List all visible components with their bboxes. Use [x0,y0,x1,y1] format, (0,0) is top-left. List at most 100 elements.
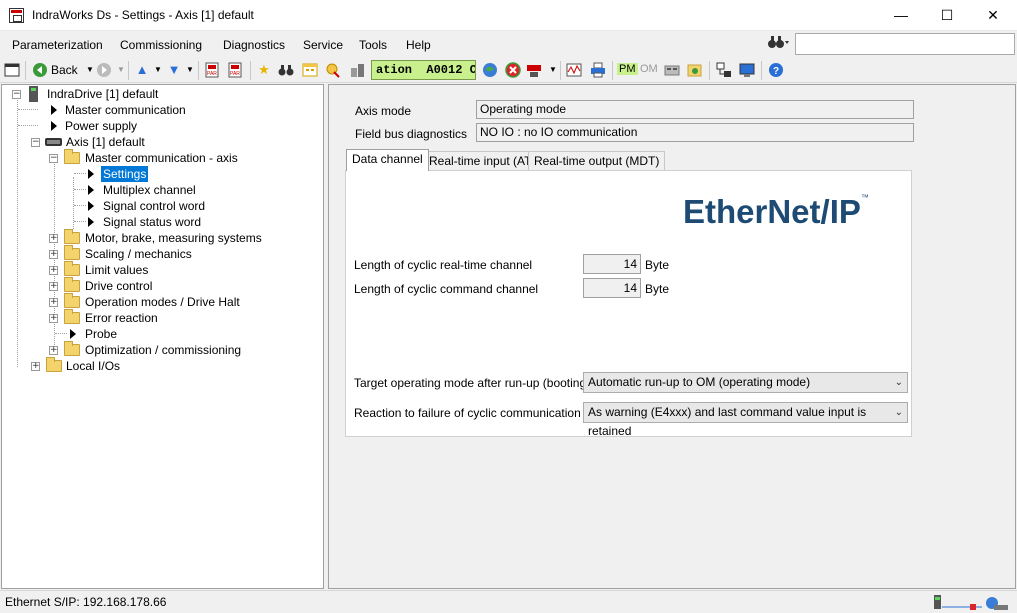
collapse-icon[interactable]: − [49,154,58,163]
up-icon[interactable]: ▲ [134,62,150,78]
drive-status-display: ation A0012 C [371,60,476,80]
collapse-icon[interactable]: − [12,90,21,99]
tree-item-label: Power supply [65,119,138,133]
menu-help[interactable]: Help [406,38,431,52]
printer-icon[interactable] [590,62,606,78]
rt-channel-unit: Byte [645,258,670,272]
favorite-icon[interactable]: ★ [256,62,272,78]
binoculars-icon[interactable] [278,62,294,78]
reaction-select[interactable]: As warning (E4xxx) and last command valu… [583,402,908,438]
folder-icon [64,293,80,308]
tree-item-master-communication[interactable]: Master communication [2,102,322,118]
par-load-icon[interactable]: PAR [204,62,220,78]
fieldbus-diagnostics-field: NO IO : no IO communication [476,123,914,142]
globe-icon[interactable] [482,62,498,78]
forward-icon[interactable] [96,62,112,78]
expand-icon[interactable]: + [49,250,58,259]
expand-icon[interactable]: + [49,282,58,291]
tree-item-label: Signal status word [103,215,202,229]
tree-item-signal-control-word[interactable]: Signal control word [2,198,322,214]
folder-icon [46,357,62,372]
drive-enable-icon[interactable] [526,62,542,78]
menu-parameterization[interactable]: Parameterization [12,38,103,52]
menu-diagnostics[interactable]: Diagnostics [223,38,285,52]
tab-realtime-output[interactable]: Real-time output (MDT) [528,151,666,171]
tree-item-probe[interactable]: Probe [2,326,322,342]
collapse-icon[interactable]: − [31,138,40,147]
tree-item-indradrive[interactable]: − IndraDrive [1] default [2,86,322,102]
expand-icon[interactable]: + [49,266,58,275]
expand-icon[interactable]: + [49,314,58,323]
logo-text: EtherNet/IP [683,193,861,230]
expand-icon[interactable]: + [31,362,40,371]
connection-icon[interactable] [739,62,755,78]
back-button[interactable]: Back [51,63,78,77]
tree-item-scaling[interactable]: + Scaling / mechanics [2,245,322,262]
svg-text:PAR: PAR [230,71,240,77]
tree-item-limit-values[interactable]: + Limit values [2,261,322,278]
tree-item-multiplex-channel[interactable]: Multiplex channel [2,182,322,198]
search-input[interactable] [795,33,1015,55]
tree-item-local-ios[interactable]: + Local I/Os [2,357,322,374]
tree-item-optimization[interactable]: + Optimization / commissioning [2,341,322,358]
network-icon[interactable] [716,62,732,78]
tree-item-label: IndraDrive [1] default [47,87,159,101]
node-triangle-icon [51,105,57,115]
tree-item-operation-modes[interactable]: + Operation modes / Drive Halt [2,293,322,310]
folder-icon [64,229,80,244]
back-icon[interactable] [32,62,48,78]
parameter-mode-icon[interactable] [664,62,680,78]
tab-data-channel[interactable]: Data channel [346,149,429,171]
expand-icon[interactable]: + [49,234,58,243]
oscilloscope-icon[interactable] [566,62,582,78]
forward-dropdown-icon[interactable]: ▼ [113,62,129,78]
badge-icon[interactable] [325,62,341,78]
close-button[interactable]: ✕ [970,0,1016,31]
minimize-button[interactable]: — [878,0,924,31]
calendar-icon[interactable] [302,62,318,78]
target-mode-select[interactable]: Automatic run-up to OM (operating mode) … [583,372,908,393]
stop-icon[interactable] [505,62,521,78]
online-status-icon [934,595,1008,610]
down-dropdown-icon[interactable]: ▼ [182,62,198,78]
tab-realtime-input[interactable]: Real-time input (AT) [423,151,542,171]
par-save-icon[interactable]: PAR [227,62,243,78]
tree-item-signal-status-word[interactable]: Signal status word [2,214,322,230]
folder-icon [64,341,80,356]
node-triangle-icon [70,329,76,339]
tree-item-settings[interactable]: Settings [2,166,322,182]
tree-item-label: Optimization / commissioning [85,343,242,357]
commissioning-icon[interactable] [687,62,703,78]
tree-item-master-communication-axis[interactable]: − Master communication - axis [2,149,322,166]
tree-item-motor-brake[interactable]: + Motor, brake, measuring systems [2,229,322,246]
help-icon[interactable]: ? [768,62,784,78]
search-options-button[interactable] [766,33,790,54]
cmd-channel-unit: Byte [645,282,670,296]
tree-item-label: Multiplex channel [103,183,196,197]
om-button[interactable]: OM [640,63,658,75]
binoculars-icon [768,36,789,48]
device-icon[interactable] [349,62,365,78]
folder-icon [64,309,80,324]
tree-item-label: Scaling / mechanics [85,247,192,261]
tree-item-label: Local I/Os [66,359,121,373]
menu-service[interactable]: Service [303,38,343,52]
pm-button[interactable]: PM [617,63,638,75]
window-icon[interactable] [4,62,20,78]
tree-item-axis[interactable]: − Axis [1] default [2,134,322,150]
tree-item-label: Error reaction [85,311,158,325]
tree-item-power-supply[interactable]: Power supply [2,118,322,134]
expand-icon[interactable]: + [49,346,58,355]
menu-commissioning[interactable]: Commissioning [120,38,202,52]
down-icon[interactable]: ▼ [166,62,182,78]
maximize-button[interactable]: ☐ [924,0,970,31]
menu-tools[interactable]: Tools [359,38,387,52]
toolbar-separator [250,61,251,80]
toolbar-separator [612,61,613,80]
tree-item-error-reaction[interactable]: + Error reaction [2,309,322,326]
tree-item-drive-control[interactable]: + Drive control [2,277,322,294]
drive-enable-dropdown-icon[interactable]: ▼ [545,62,561,78]
expand-icon[interactable]: + [49,298,58,307]
axis-icon [45,138,62,146]
up-dropdown-icon[interactable]: ▼ [150,62,166,78]
